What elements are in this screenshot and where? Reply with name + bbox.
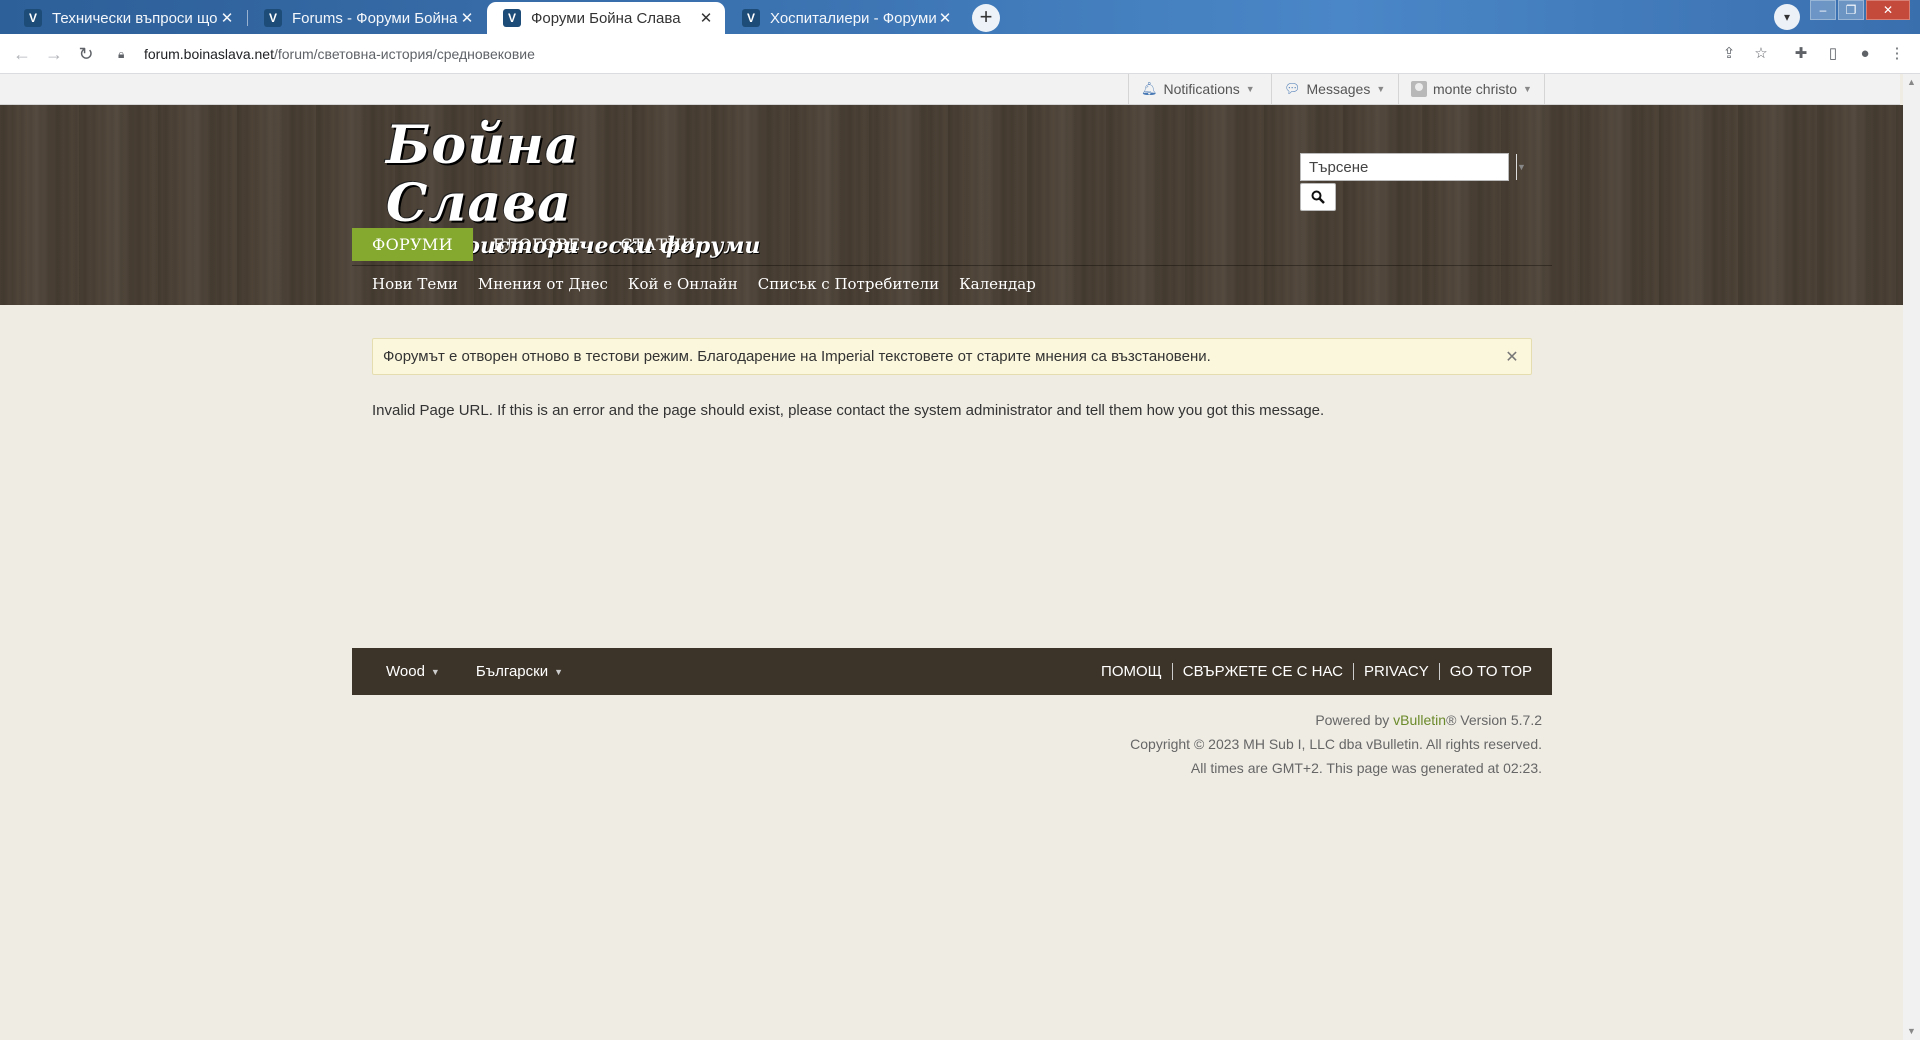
notice-text: Форумът е отворен отново в тестови режим… <box>383 348 1211 365</box>
powered-by-prefix: Powered by <box>1315 712 1390 728</box>
footer-bar: Wood ▼ Български ▼ ПОМОЩ СВЪРЖЕТЕ СЕ С Н… <box>352 648 1552 695</box>
notifications-label: Notifications <box>1163 81 1240 97</box>
subnav-todays-posts[interactable]: Мнения от Днес <box>478 275 608 299</box>
minimize-window-icon[interactable]: – <box>1810 0 1836 20</box>
site-favicon-icon: V <box>24 9 42 27</box>
footer-link-privacy[interactable]: PRIVACY <box>1352 663 1439 680</box>
tab-close-icon[interactable]: ✕ <box>218 9 236 27</box>
site-logo[interactable]: Бойна Слава Военноисторически форуми <box>386 117 760 260</box>
subnav-member-list[interactable]: Списък с Потребители <box>758 275 939 299</box>
main-nav: ФОРУМИ БЛОГОВЕ СТАТИИ <box>352 228 716 261</box>
browser-tab-bar: V Технически въпроси що ✕ V Forums - Фор… <box>0 0 1920 34</box>
language-chooser[interactable]: Български ▼ <box>476 663 563 680</box>
subnav-new-topics[interactable]: Нови Теми <box>372 275 458 299</box>
chevron-down-icon: ▼ <box>1245 84 1255 94</box>
chevron-down-icon: ▼ <box>430 666 440 677</box>
tab-forums[interactable]: ФОРУМИ <box>352 228 473 261</box>
powered-by-version: ® Version 5.7.2 <box>1446 712 1542 728</box>
tab-title: Технически въпроси що <box>52 9 218 27</box>
footer-link-help[interactable]: ПОМОЩ <box>1091 663 1172 680</box>
messages-label: Messages <box>1306 81 1371 97</box>
style-chooser[interactable]: Wood ▼ <box>386 663 440 680</box>
search-icon <box>1311 190 1325 204</box>
speech-bubble-icon: 💬︎ <box>1284 81 1301 96</box>
user-menu[interactable]: monte christo ▼ <box>1398 74 1545 104</box>
notice-banner: Форумът е отворен отново в тестови режим… <box>372 338 1532 375</box>
reload-icon[interactable]: ↻ <box>74 42 98 66</box>
footer-links: ПОМОЩ СВЪРЖЕТЕ СЕ С НАС PRIVACY GO TO TO… <box>1091 663 1532 680</box>
forward-arrow-icon[interactable]: → <box>42 42 66 66</box>
error-message: Invalid Page URL. If this is an error an… <box>372 402 1325 419</box>
footer-selectors: Wood ▼ Български ▼ <box>386 663 563 680</box>
vbulletin-link[interactable]: vBulletin <box>1393 712 1446 728</box>
bell-icon: 🔔︎ <box>1141 81 1158 96</box>
search-options-dropdown-icon[interactable]: ▼ <box>1516 154 1526 180</box>
tab-search-chevron-icon[interactable]: ▾ <box>1774 4 1800 30</box>
search-input[interactable] <box>1301 154 1516 180</box>
back-arrow-icon[interactable]: ← <box>10 42 34 66</box>
tab-title: Хоспиталиери - Форуми <box>770 9 936 27</box>
language-chooser-label: Български <box>475 663 549 680</box>
restore-window-icon[interactable]: ❐ <box>1838 0 1864 20</box>
tab-articles[interactable]: СТАТИИ <box>600 228 715 261</box>
subnav-calendar[interactable]: Календар <box>959 275 1036 299</box>
notifications-menu[interactable]: 🔔︎ Notifications ▼ <box>1128 74 1267 104</box>
messages-menu[interactable]: 💬︎ Messages ▼ <box>1271 74 1397 104</box>
browser-tab-1[interactable]: V Технически въпроси що ✕ <box>8 2 246 34</box>
scroll-down-arrow-icon[interactable]: ▼ <box>1903 1023 1920 1040</box>
browser-tab-4[interactable]: V Хоспиталиери - Форуми ✕ <box>726 2 964 34</box>
subnav-whos-online[interactable]: Кой е Онлайн <box>628 275 738 299</box>
chevron-down-icon: ▼ <box>1376 84 1386 94</box>
site-favicon-icon: V <box>742 9 760 27</box>
search-button[interactable] <box>1300 183 1336 211</box>
tab-close-icon[interactable]: ✕ <box>936 9 954 27</box>
copyright-line: Copyright © 2023 MH Sub I, LLC dba vBull… <box>1130 736 1542 752</box>
side-panel-icon[interactable]: ▯ <box>1822 43 1844 65</box>
browser-menu-icon[interactable]: ⋮ <box>1886 43 1908 65</box>
close-icon[interactable]: ✕ <box>1503 347 1521 367</box>
tab-close-icon[interactable]: ✕ <box>697 9 715 27</box>
sub-nav: Нови Теми Мнения от Днес Кой е Онлайн Сп… <box>372 275 1036 299</box>
footer-link-contact[interactable]: СВЪРЖЕТЕ СЕ С НАС <box>1171 663 1353 680</box>
nav-divider <box>352 265 1552 266</box>
scroll-up-arrow-icon[interactable]: ▲ <box>1903 74 1920 91</box>
browser-toolbar: ← → ↻ 🔒︎ forum.boinaslava.net/forum/свет… <box>0 34 1920 74</box>
url-path: /forum/световна-история/средновековие <box>273 46 535 62</box>
lock-icon: 🔒︎ <box>118 46 125 61</box>
url-host: forum.boinaslava.net <box>144 46 274 62</box>
style-chooser-label: Wood <box>386 663 425 680</box>
address-field[interactable]: 🔒︎ forum.boinaslava.net/forum/световна-и… <box>110 38 1750 70</box>
profile-icon[interactable]: ● <box>1854 43 1876 65</box>
new-tab-button[interactable]: + <box>972 4 1000 32</box>
copyright-block: Powered by vBulletin® Version 5.7.2 Copy… <box>1000 708 1542 780</box>
tab-blogs[interactable]: БЛОГОВЕ <box>473 228 600 261</box>
time-info-line: All times are GMT+2. This page was gener… <box>1190 760 1542 776</box>
chevron-down-icon: ▼ <box>554 666 564 677</box>
extensions-puzzle-icon[interactable]: ✚ <box>1790 43 1812 65</box>
share-icon[interactable]: ⇪ <box>1718 43 1740 65</box>
forum-user-bar: 🔔︎ Notifications ▼ 💬︎ Messages ▼ monte c… <box>0 74 1900 105</box>
site-favicon-icon: V <box>264 9 282 27</box>
footer-link-go-to-top[interactable]: GO TO TOP <box>1438 663 1532 680</box>
powered-by-line: Powered by vBulletin® Version 5.7.2 <box>1000 708 1542 732</box>
search-box: ▼ <box>1300 153 1526 181</box>
page-scrollbar[interactable]: ▲ ▼ <box>1903 74 1920 1040</box>
browser-tab-2[interactable]: V Forums - Форуми Бойна С ✕ <box>248 2 486 34</box>
chevron-down-icon: ▼ <box>1523 84 1532 94</box>
browser-tab-3-active[interactable]: V Форуми Бойна Слава ✕ <box>487 2 725 34</box>
username-label: monte christo <box>1433 81 1518 97</box>
close-window-icon[interactable]: ✕ <box>1866 0 1910 20</box>
site-favicon-icon: V <box>503 9 521 27</box>
tab-title: Форуми Бойна Слава <box>531 9 681 27</box>
tab-close-icon[interactable]: ✕ <box>458 9 476 27</box>
tab-title: Forums - Форуми Бойна С <box>292 9 458 27</box>
bookmark-star-icon[interactable]: ☆ <box>1750 43 1772 65</box>
site-header: Бойна Слава Военноисторически форуми ▼ Ф… <box>0 105 1903 305</box>
logo-title: Бойна Слава <box>386 115 580 234</box>
avatar-icon <box>1411 81 1427 97</box>
